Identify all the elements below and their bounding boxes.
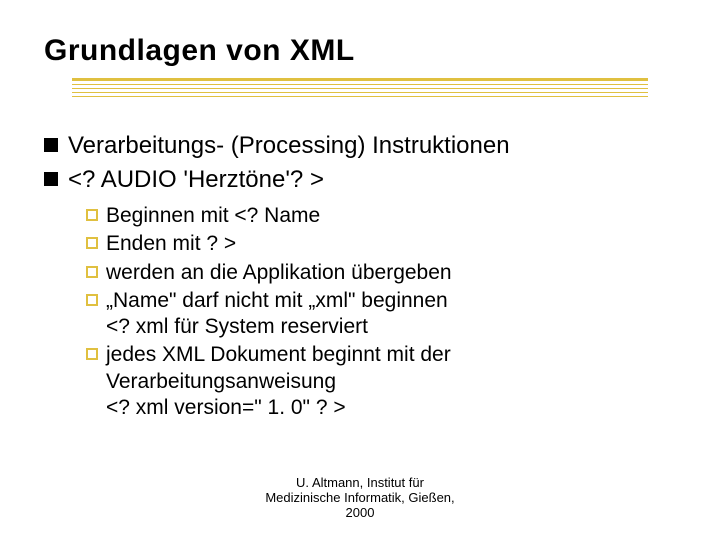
square-bullet-icon: [44, 138, 58, 152]
list-item: werden an die Applikation übergeben: [86, 260, 676, 286]
slide-title: Grundlagen von XML: [44, 34, 676, 68]
bullet-text: jedes XML Dokument beginnt mit der Verar…: [106, 342, 451, 421]
bullet-list-level2: Beginnen mit <? Name Enden mit ? > werde…: [44, 203, 676, 421]
bullet-text: werden an die Applikation übergeben: [106, 260, 452, 286]
hollow-square-bullet-icon: [86, 237, 98, 249]
list-item: „Name" darf nicht mit „xml" beginnen <? …: [86, 288, 676, 341]
list-item: <? AUDIO 'Herztöne'? >: [44, 165, 676, 195]
bullet-text: Verarbeitungs- (Processing) Instruktione…: [68, 131, 510, 161]
list-item: Beginnen mit <? Name: [86, 203, 676, 229]
bullet-text: <? AUDIO 'Herztöne'? >: [68, 165, 324, 195]
bullet-text: Enden mit ? >: [106, 231, 236, 257]
bullet-text: „Name" darf nicht mit „xml" beginnen <? …: [106, 288, 448, 341]
hollow-square-bullet-icon: [86, 348, 98, 360]
bullet-text: Beginnen mit <? Name: [106, 203, 320, 229]
list-item: Enden mit ? >: [86, 231, 676, 257]
title-underline: [72, 78, 648, 97]
hollow-square-bullet-icon: [86, 266, 98, 278]
bullet-list-level1: Verarbeitungs- (Processing) Instruktione…: [44, 131, 676, 195]
hollow-square-bullet-icon: [86, 294, 98, 306]
square-bullet-icon: [44, 172, 58, 186]
hollow-square-bullet-icon: [86, 209, 98, 221]
list-item: jedes XML Dokument beginnt mit der Verar…: [86, 342, 676, 421]
slide: Grundlagen von XML Verarbeitungs- (Proce…: [0, 0, 720, 540]
list-item: Verarbeitungs- (Processing) Instruktione…: [44, 131, 676, 161]
slide-footer: U. Altmann, Institut für Medizinische In…: [0, 475, 720, 520]
